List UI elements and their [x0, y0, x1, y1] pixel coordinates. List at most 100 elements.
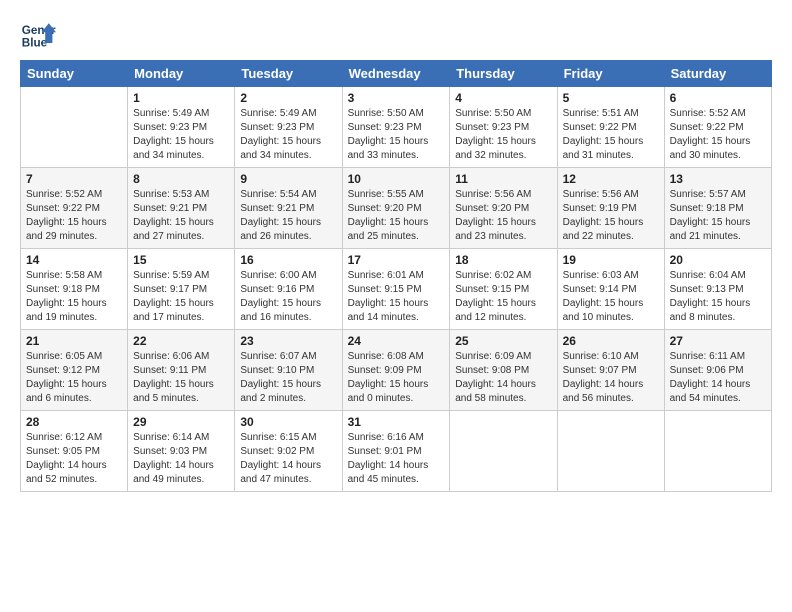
week-row-2: 7Sunrise: 5:52 AM Sunset: 9:22 PM Daylig…: [21, 168, 772, 249]
header-monday: Monday: [128, 61, 235, 87]
cell-info: Sunrise: 6:10 AM Sunset: 9:07 PM Dayligh…: [563, 350, 659, 406]
cell-info: Sunrise: 5:56 AM Sunset: 9:19 PM Dayligh…: [563, 188, 659, 244]
logo: General Blue: [20, 16, 60, 52]
calendar-cell: 18 Sunrise: 6:02 AM Sunset: 9:15 PM Dayli…: [450, 249, 557, 330]
header-tuesday: Tuesday: [235, 61, 342, 87]
calendar-cell: 25Sunrise: 6:09 AM Sunset: 9:08 PM Dayli…: [450, 330, 557, 411]
calendar-cell: 15Sunrise: 5:59 AM Sunset: 9:17 PM Dayli…: [128, 249, 235, 330]
cell-info: Sunrise: 6:08 AM Sunset: 9:09 PM Dayligh…: [348, 350, 445, 406]
header-saturday: Saturday: [664, 61, 771, 87]
cell-info: Sunrise: 6:00 AM Sunset: 9:16 PM Dayligh…: [240, 269, 336, 325]
header-sunday: Sunday: [21, 61, 128, 87]
day-number: 14: [26, 253, 122, 267]
day-number: 13: [670, 172, 766, 186]
cell-info: Sunrise: 6:03 AM Sunset: 9:14 PM Dayligh…: [563, 269, 659, 325]
cell-info: Sunrise: 5:55 AM Sunset: 9:20 PM Dayligh…: [348, 188, 445, 244]
day-number: 26: [563, 334, 659, 348]
day-number: 4: [455, 91, 551, 105]
logo-icon: General Blue: [20, 16, 56, 52]
cell-info: Sunrise: 5:54 AM Sunset: 9:21 PM Dayligh…: [240, 188, 336, 244]
day-number: 20: [670, 253, 766, 267]
day-number: 22: [133, 334, 229, 348]
week-row-4: 21 Sunrise: 6:05 AM Sunset: 9:12 PM Dayli…: [21, 330, 772, 411]
calendar-cell: [664, 411, 771, 492]
week-row-3: 14 Sunrise: 5:58 AM Sunset: 9:18 PM Dayli…: [21, 249, 772, 330]
cell-info: Sunrise: 6:07 AM Sunset: 9:10 PM Dayligh…: [240, 350, 336, 406]
day-number: 29: [133, 415, 229, 429]
calendar-cell: 1 Sunrise: 5:49 AM Sunset: 9:23 PM Daylig…: [128, 87, 235, 168]
calendar-cell: 22 Sunrise: 6:06 AM Sunset: 9:11 PM Dayli…: [128, 330, 235, 411]
cell-info: Sunrise: 5:52 AM Sunset: 9:22 PM Dayligh…: [670, 107, 766, 163]
day-number: 24: [348, 334, 445, 348]
cell-info: Sunrise: 5:57 AM Sunset: 9:18 PM Dayligh…: [670, 188, 766, 244]
svg-text:Blue: Blue: [22, 37, 48, 50]
day-number: 3: [348, 91, 445, 105]
calendar-cell: 7Sunrise: 5:52 AM Sunset: 9:22 PM Daylig…: [21, 168, 128, 249]
cell-info: Sunrise: 6:09 AM Sunset: 9:08 PM Dayligh…: [455, 350, 551, 406]
day-number: 18: [455, 253, 551, 267]
day-number: 30: [240, 415, 336, 429]
cell-info: Sunrise: 6:14 AM Sunset: 9:03 PM Dayligh…: [133, 431, 229, 487]
day-number: 23: [240, 334, 336, 348]
calendar-cell: 13 Sunrise: 5:57 AM Sunset: 9:18 PM Dayli…: [664, 168, 771, 249]
cell-info: Sunrise: 5:49 AM Sunset: 9:23 PM Dayligh…: [240, 107, 336, 163]
day-number: 11: [455, 172, 551, 186]
week-row-5: 28 Sunrise: 6:12 AM Sunset: 9:05 PM Dayli…: [21, 411, 772, 492]
cell-info: Sunrise: 5:50 AM Sunset: 9:23 PM Dayligh…: [348, 107, 445, 163]
cell-info: Sunrise: 5:50 AM Sunset: 9:23 PM Dayligh…: [455, 107, 551, 163]
calendar-cell: 20 Sunrise: 6:04 AM Sunset: 9:13 PM Dayli…: [664, 249, 771, 330]
day-number: 2: [240, 91, 336, 105]
calendar-table: SundayMondayTuesdayWednesdayThursdayFrid…: [20, 60, 772, 492]
calendar-cell: 3 Sunrise: 5:50 AM Sunset: 9:23 PM Daylig…: [342, 87, 450, 168]
calendar-cell: 12 Sunrise: 5:56 AM Sunset: 9:19 PM Dayli…: [557, 168, 664, 249]
cell-info: Sunrise: 6:02 AM Sunset: 9:15 PM Dayligh…: [455, 269, 551, 325]
calendar-cell: 8 Sunrise: 5:53 AM Sunset: 9:21 PM Daylig…: [128, 168, 235, 249]
cell-info: Sunrise: 5:51 AM Sunset: 9:22 PM Dayligh…: [563, 107, 659, 163]
day-number: 21: [26, 334, 122, 348]
week-row-1: 1 Sunrise: 5:49 AM Sunset: 9:23 PM Daylig…: [21, 87, 772, 168]
day-number: 17: [348, 253, 445, 267]
calendar-cell: 5 Sunrise: 5:51 AM Sunset: 9:22 PM Daylig…: [557, 87, 664, 168]
calendar-header-row: SundayMondayTuesdayWednesdayThursdayFrid…: [21, 61, 772, 87]
header-friday: Friday: [557, 61, 664, 87]
day-number: 15: [133, 253, 229, 267]
calendar-cell: 11 Sunrise: 5:56 AM Sunset: 9:20 PM Dayli…: [450, 168, 557, 249]
cell-info: Sunrise: 6:11 AM Sunset: 9:06 PM Dayligh…: [670, 350, 766, 406]
calendar-cell: [557, 411, 664, 492]
day-number: 19: [563, 253, 659, 267]
day-number: 1: [133, 91, 229, 105]
day-number: 27: [670, 334, 766, 348]
calendar-cell: 28 Sunrise: 6:12 AM Sunset: 9:05 PM Dayli…: [21, 411, 128, 492]
header-thursday: Thursday: [450, 61, 557, 87]
cell-info: Sunrise: 6:12 AM Sunset: 9:05 PM Dayligh…: [26, 431, 122, 487]
day-number: 8: [133, 172, 229, 186]
day-number: 5: [563, 91, 659, 105]
calendar-cell: 30 Sunrise: 6:15 AM Sunset: 9:02 PM Dayli…: [235, 411, 342, 492]
page-header: General Blue: [20, 16, 772, 52]
calendar-cell: 17 Sunrise: 6:01 AM Sunset: 9:15 PM Dayli…: [342, 249, 450, 330]
calendar-cell: 2 Sunrise: 5:49 AM Sunset: 9:23 PM Daylig…: [235, 87, 342, 168]
cell-info: Sunrise: 5:49 AM Sunset: 9:23 PM Dayligh…: [133, 107, 229, 163]
day-number: 10: [348, 172, 445, 186]
cell-info: Sunrise: 5:53 AM Sunset: 9:21 PM Dayligh…: [133, 188, 229, 244]
day-number: 31: [348, 415, 445, 429]
cell-info: Sunrise: 6:06 AM Sunset: 9:11 PM Dayligh…: [133, 350, 229, 406]
calendar-cell: 16Sunrise: 6:00 AM Sunset: 9:16 PM Dayli…: [235, 249, 342, 330]
calendar-cell: 4 Sunrise: 5:50 AM Sunset: 9:23 PM Daylig…: [450, 87, 557, 168]
cell-info: Sunrise: 5:58 AM Sunset: 9:18 PM Dayligh…: [26, 269, 122, 325]
day-number: 12: [563, 172, 659, 186]
cell-info: Sunrise: 5:56 AM Sunset: 9:20 PM Dayligh…: [455, 188, 551, 244]
calendar-cell: 14 Sunrise: 5:58 AM Sunset: 9:18 PM Dayli…: [21, 249, 128, 330]
calendar-cell: 9 Sunrise: 5:54 AM Sunset: 9:21 PM Daylig…: [235, 168, 342, 249]
day-number: 9: [240, 172, 336, 186]
cell-info: Sunrise: 6:15 AM Sunset: 9:02 PM Dayligh…: [240, 431, 336, 487]
calendar-cell: 6Sunrise: 5:52 AM Sunset: 9:22 PM Daylig…: [664, 87, 771, 168]
calendar-cell: 19 Sunrise: 6:03 AM Sunset: 9:14 PM Dayli…: [557, 249, 664, 330]
day-number: 28: [26, 415, 122, 429]
calendar-cell: 10 Sunrise: 5:55 AM Sunset: 9:20 PM Dayli…: [342, 168, 450, 249]
cell-info: Sunrise: 6:05 AM Sunset: 9:12 PM Dayligh…: [26, 350, 122, 406]
calendar-cell: [450, 411, 557, 492]
cell-info: Sunrise: 6:04 AM Sunset: 9:13 PM Dayligh…: [670, 269, 766, 325]
calendar-cell: 23 Sunrise: 6:07 AM Sunset: 9:10 PM Dayli…: [235, 330, 342, 411]
cell-info: Sunrise: 6:01 AM Sunset: 9:15 PM Dayligh…: [348, 269, 445, 325]
